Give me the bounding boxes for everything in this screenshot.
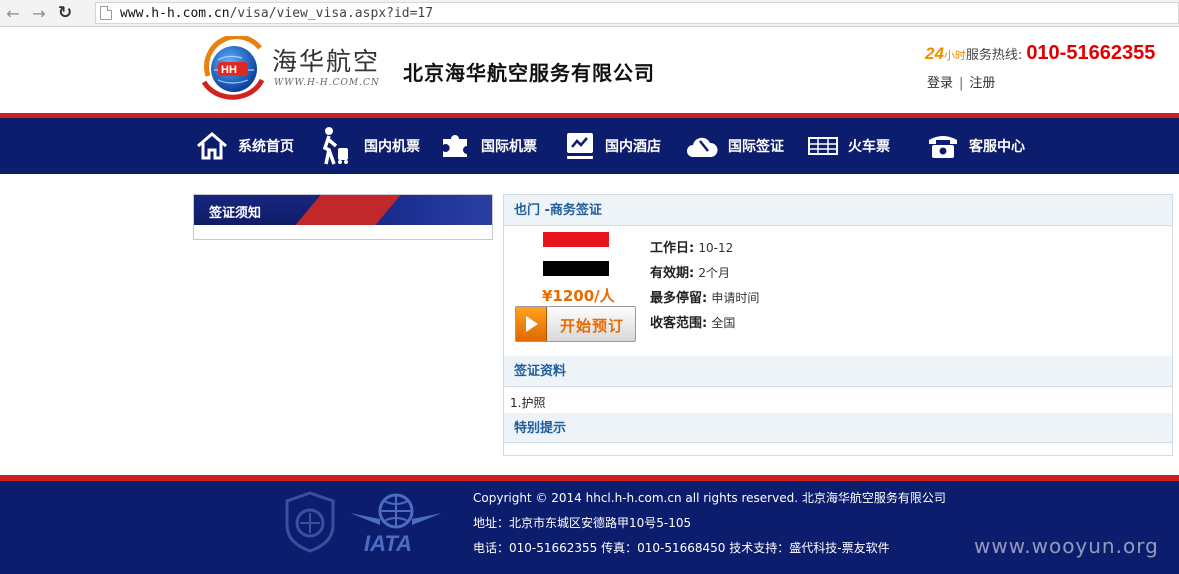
visa-notice-box: 签证须知 — [193, 194, 493, 240]
iata-text: IATA — [364, 531, 412, 555]
notice-header: 特别提示 — [504, 413, 1172, 443]
phone-icon — [929, 136, 957, 158]
login-link[interactable]: 登录 — [927, 76, 953, 91]
company-name: 北京海华航空服务有限公司 — [403, 61, 655, 85]
footer-contact: 电话：010-51662355 传真：010-51668450 技术支持：盛代科… — [473, 541, 890, 555]
field-max-stay: 最多停留: 申请时间 — [650, 291, 760, 306]
yemen-flag-icon — [543, 232, 609, 276]
nav-item-visa[interactable]: 国际签证 — [686, 118, 784, 174]
watermark: www.wooyun.org — [974, 534, 1159, 558]
materials-header: 签证资料 — [504, 356, 1172, 387]
hotline-number: 010-51662355 — [1026, 42, 1156, 64]
start-booking-button[interactable]: 开始预订 — [515, 306, 636, 342]
browser-toolbar: ← → ↻ www.h-h.com.cn/visa/view_visa.aspx… — [0, 0, 1179, 27]
nav-item-train[interactable]: 火车票 — [808, 118, 890, 174]
field-workdays: 工作日: 10-12 — [650, 241, 734, 256]
visa-notice-header: 签证须知 — [194, 195, 492, 225]
home-icon — [197, 132, 227, 160]
logo-globe-icon[interactable]: HH — [200, 36, 272, 100]
nav-item-label: 火车票 — [848, 139, 890, 155]
visa-price: ¥1200/人 — [542, 287, 615, 305]
hotline-hours: 小时 — [943, 49, 966, 62]
site-header: HH 海华航空 WWW.H-H.COM.CN 北京海华航空服务有限公司 24 小… — [0, 28, 1179, 113]
caac-badge-icon — [285, 491, 335, 553]
site-footer: IATA Copyright © 2014 hhcl.h-h.com.cn al… — [0, 481, 1179, 574]
reload-icon[interactable]: ↻ — [52, 2, 78, 24]
nav-item-label: 系统首页 — [238, 139, 294, 155]
hotline-24: 24 — [925, 44, 944, 63]
hotline-label: 服务热线: — [965, 48, 1023, 63]
footer-copyright: Copyright © 2014 hhcl.h-h.com.cn all rig… — [473, 491, 946, 505]
url-text[interactable]: www.h-h.com.cn/visa/view_visa.aspx?id=17 — [120, 6, 433, 21]
address-bar[interactable]: www.h-h.com.cn/visa/view_visa.aspx?id=17 — [95, 2, 1179, 24]
logo-text: 海华航空 — [272, 47, 381, 76]
nav-item-domestic-flights[interactable]: 国内机票 — [320, 118, 420, 174]
field-scope: 收客范围: 全国 — [650, 316, 736, 331]
nav-item-label: 国内机票 — [364, 139, 420, 155]
link-separator: | — [959, 76, 964, 91]
visa-title: 也门 -商务签证 — [504, 195, 1172, 226]
account-links: 登录 | 注册 — [927, 72, 995, 91]
main-nav: 系统首页 国内机票 国际机票 国内酒店 国际签证 火车票 客服中心 — [0, 118, 1179, 174]
train-ticket-icon — [808, 137, 838, 155]
forward-arrow-icon[interactable]: → — [26, 2, 52, 24]
traveler-icon — [322, 127, 348, 165]
nav-item-label: 国内酒店 — [605, 139, 661, 155]
svg-text:HH: HH — [221, 64, 237, 76]
nav-item-label: 国际机票 — [481, 139, 537, 155]
hotel-icon — [567, 133, 593, 159]
materials-item: 1.护照 — [510, 396, 546, 410]
play-arrow-icon — [516, 307, 547, 341]
footer-address: 地址：北京市东城区安德路甲10号5-105 — [473, 516, 692, 530]
nav-item-label: 客服中心 — [969, 139, 1025, 155]
start-booking-label: 开始预订 — [560, 317, 625, 335]
nav-item-intl-flights[interactable]: 国际机票 — [441, 118, 537, 174]
iata-logo-icon: IATA — [350, 493, 442, 555]
field-validity: 有效期: 2个月 — [650, 266, 730, 281]
back-arrow-icon[interactable]: ← — [0, 2, 26, 24]
visa-notice-title: 签证须知 — [209, 206, 262, 221]
hotline: 24 小时 服务热线: 010-51662355 — [925, 42, 1155, 65]
cloud-visa-icon — [687, 137, 718, 157]
register-link[interactable]: 注册 — [969, 76, 995, 91]
nav-item-hotels[interactable]: 国内酒店 — [565, 118, 661, 174]
nav-item-label: 国际签证 — [728, 139, 784, 155]
page-icon — [100, 6, 112, 20]
logo-url: WWW.H-H.COM.CN — [274, 78, 380, 88]
nav-item-service[interactable]: 客服中心 — [927, 118, 1025, 174]
visa-detail-panel: 也门 -商务签证 ¥1200/人 开始预订 工作日: 10-12 有效期: 2个… — [503, 194, 1173, 456]
puzzle-icon — [443, 135, 467, 157]
nav-item-home[interactable]: 系统首页 — [196, 118, 294, 174]
